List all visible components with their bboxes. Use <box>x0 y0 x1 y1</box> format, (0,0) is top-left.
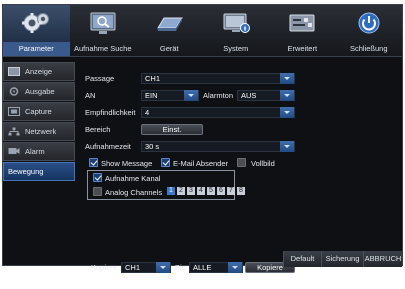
channel-toggle[interactable]: 8 <box>237 187 245 195</box>
channel-toggle[interactable]: 2 <box>177 187 185 195</box>
alarmton-select[interactable]: AUS <box>237 90 295 101</box>
an-select[interactable]: EIN <box>141 90 199 101</box>
empfindlichkeit-select[interactable]: 4 <box>141 107 295 118</box>
settings-window: Parameter Aufnahme Suche Gerät System Er… <box>2 4 403 273</box>
an-value: EIN <box>145 91 158 100</box>
aufnahmezeit-select[interactable]: 30 s <box>141 141 295 152</box>
tab-parameter[interactable]: Parameter <box>3 5 70 56</box>
chevron-down-icon <box>184 90 198 101</box>
motion-settings-panel: Passage CH1 AN EIN Alarmton AUS Empfindl… <box>79 62 401 273</box>
sidebar-item-alarm[interactable]: Alarm <box>3 142 75 161</box>
tab-label: Aufnahme Suche <box>73 44 132 53</box>
channel-toggle[interactable]: 1 <box>167 187 175 195</box>
channel-toggle[interactable]: 3 <box>187 187 195 195</box>
sidebar-item-ausgabe[interactable]: Ausgabe <box>3 82 75 101</box>
kopiere-from-value: CH1 <box>125 263 141 272</box>
tab-label: Parameter <box>3 42 70 56</box>
chevron-down-icon <box>280 141 294 152</box>
capture-icon <box>8 107 20 116</box>
tab-geraet[interactable]: Gerät <box>136 5 203 56</box>
cancel-button[interactable]: ABBRUCH <box>363 251 402 267</box>
aufnahmezeit-value: 30 s <box>145 142 160 151</box>
advanced-panel-icon <box>289 14 315 32</box>
bis-select[interactable]: ALLE <box>189 262 243 273</box>
analog-channels-checkbox[interactable] <box>93 187 102 196</box>
empfindlichkeit-value: 4 <box>145 108 150 117</box>
sidebar: Anzeige Ausgabe Capture Netzwerk Alarm B… <box>3 62 75 182</box>
kopiere-from-select[interactable]: CH1 <box>121 262 171 273</box>
bis-value: ALLE <box>193 263 212 272</box>
sidebar-item-label: Bewegung <box>8 167 44 176</box>
sidebar-item-netzwerk[interactable]: Netzwerk <box>3 122 75 141</box>
email-checkbox[interactable] <box>161 158 170 167</box>
passage-value: CH1 <box>145 74 161 83</box>
tab-erweitert[interactable]: Erweitert <box>269 5 336 56</box>
bis-label: Bis <box>175 263 186 272</box>
default-button[interactable]: Default <box>283 251 321 267</box>
channel-toggle[interactable]: 5 <box>207 187 215 195</box>
alarmton-value: AUS <box>241 91 257 100</box>
kopiere-label: Kopiere <box>91 263 117 272</box>
sidebar-item-label: Ausgabe <box>25 87 55 96</box>
aufnahme-kanal-checkbox[interactable] <box>93 173 102 182</box>
system-monitor-icon <box>223 13 250 33</box>
gears-icon <box>22 13 50 33</box>
tab-label: Gerät <box>159 44 179 53</box>
channel-toggle[interactable]: 4 <box>197 187 205 195</box>
channel-toggle[interactable]: 7 <box>227 187 235 195</box>
sidebar-item-label: Capture <box>25 107 52 116</box>
passage-label: Passage <box>85 74 115 83</box>
sidebar-item-anzeige[interactable]: Anzeige <box>3 62 75 81</box>
passage-select[interactable]: CH1 <box>141 73 295 84</box>
show-message-checkbox[interactable] <box>89 158 98 167</box>
network-icon <box>8 127 20 136</box>
channel-toggle[interactable]: 6 <box>217 187 225 195</box>
alarmton-label: Alarmton <box>203 91 234 100</box>
sidebar-item-label: Netzwerk <box>25 127 57 136</box>
tab-schliessung[interactable]: Schließung <box>336 5 403 56</box>
display-icon <box>8 67 20 76</box>
empfindlichkeit-label: Empfindlichkeit <box>85 108 136 117</box>
tab-system[interactable]: System <box>203 5 270 56</box>
chevron-down-icon <box>228 262 242 273</box>
analog-channels-label: Analog Channels <box>105 188 163 197</box>
output-icon <box>9 87 19 96</box>
top-navigation: Parameter Aufnahme Suche Gerät System Er… <box>3 5 402 57</box>
aufnahme-kanal-label: Aufnahme Kanal <box>105 174 161 183</box>
show-message-label: Show Message <box>101 159 153 168</box>
chevron-down-icon <box>280 73 294 84</box>
aufnahmezeit-label: Aufnahmezeit <box>85 142 131 151</box>
save-button[interactable]: Sicherung <box>321 251 363 267</box>
vollbild-checkbox[interactable] <box>237 158 246 167</box>
tab-label: System <box>223 44 249 53</box>
an-label: AN <box>85 91 96 100</box>
chevron-down-icon <box>280 90 294 101</box>
search-monitor-icon <box>90 12 116 34</box>
email-label: E-Mail Absender <box>173 159 229 168</box>
hard-drive-icon <box>157 17 184 31</box>
bereich-label: Bereich <box>85 125 111 134</box>
vollbild-label: Vollbild <box>251 159 275 168</box>
chevron-down-icon <box>156 262 170 273</box>
tab-label: Schließung <box>349 44 388 53</box>
power-icon <box>358 12 380 34</box>
chevron-down-icon <box>280 107 294 118</box>
bereich-setup-button[interactable]: Einst. <box>141 124 203 135</box>
sidebar-item-bewegung[interactable]: Bewegung <box>3 162 75 181</box>
sidebar-item-capture[interactable]: Capture <box>3 102 75 121</box>
tab-aufnahme-suche[interactable]: Aufnahme Suche <box>70 5 137 56</box>
alarm-icon <box>8 148 20 154</box>
sidebar-item-label: Anzeige <box>25 67 53 76</box>
tab-label: Erweitert <box>287 44 318 53</box>
sidebar-item-label: Alarm <box>25 147 45 156</box>
